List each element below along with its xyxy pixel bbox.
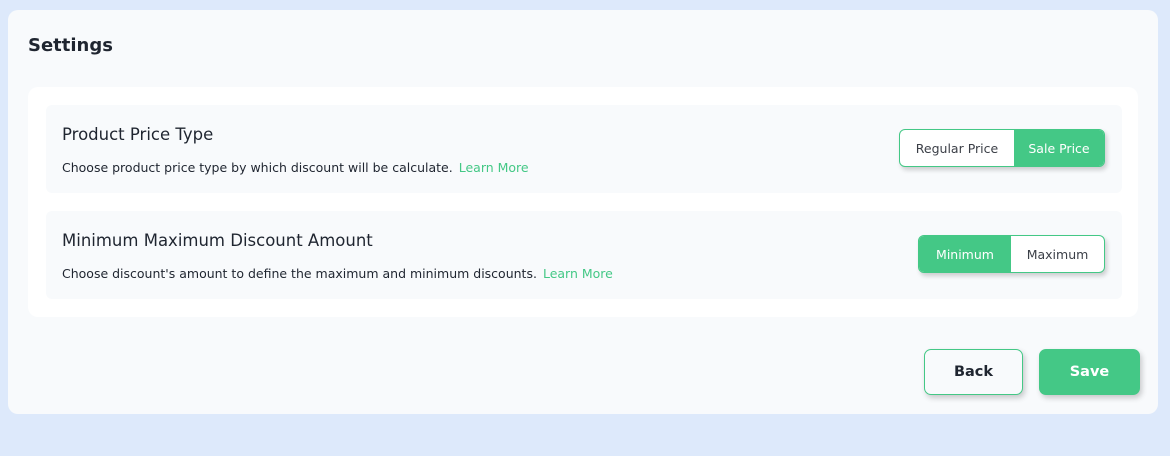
setting-title: Minimum Maximum Discount Amount [62, 231, 373, 250]
settings-card: Product Price Type Choose product price … [28, 87, 1138, 317]
maximum-option[interactable]: Maximum [1011, 236, 1104, 272]
setting-row-price-type: Product Price Type Choose product price … [46, 105, 1122, 193]
sale-price-option[interactable]: Sale Price [1014, 130, 1104, 166]
back-button[interactable]: Back [924, 349, 1023, 395]
description-text: Choose discount's amount to define the m… [62, 266, 537, 281]
minimum-option[interactable]: Minimum [919, 236, 1011, 272]
description-text: Choose product price type by which disco… [62, 160, 453, 175]
setting-row-discount-amount: Minimum Maximum Discount Amount Choose d… [46, 211, 1122, 299]
discount-amount-toggle: Minimum Maximum [918, 235, 1105, 273]
save-button[interactable]: Save [1039, 349, 1140, 395]
regular-price-option[interactable]: Regular Price [900, 130, 1014, 166]
setting-title: Product Price Type [62, 125, 214, 144]
page-title: Settings [28, 35, 113, 56]
learn-more-link[interactable]: Learn More [459, 160, 529, 175]
learn-more-link[interactable]: Learn More [543, 266, 613, 281]
price-type-toggle: Regular Price Sale Price [899, 129, 1105, 167]
settings-panel: Settings Product Price Type Choose produ… [8, 10, 1158, 414]
setting-description: Choose discount's amount to define the m… [62, 266, 613, 281]
setting-description: Choose product price type by which disco… [62, 160, 529, 175]
